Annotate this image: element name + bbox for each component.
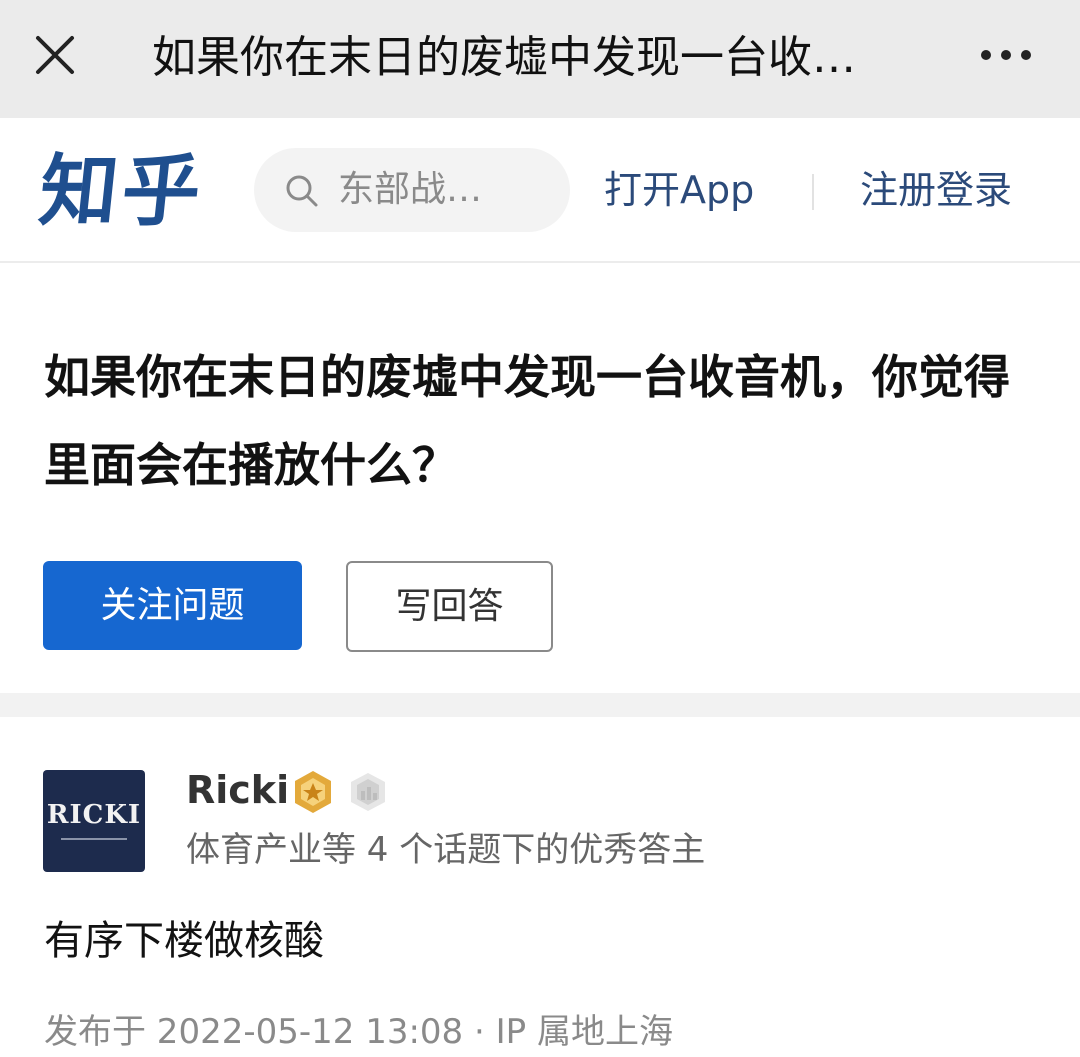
question-title[interactable]: 如果你在末日的废墟中发现一台收音机，你觉得里面会在播放什么？ xyxy=(44,333,1044,509)
avatar-underline xyxy=(61,838,127,840)
write-answer-button[interactable]: 写回答 xyxy=(346,561,553,652)
site-header: 知乎 东部战… 打开App 注册登录 xyxy=(0,118,1080,263)
author-name[interactable]: Ricki xyxy=(186,765,289,815)
avatar-logo-text: RICKI xyxy=(46,800,142,830)
top-bar: 如果你在末日的废墟中发现一台收… xyxy=(0,0,1080,118)
page: 如果你在末日的废墟中发现一台收… 知乎 东部战… 打开App 注册登录 如果你在… xyxy=(0,0,1080,1057)
search-input[interactable]: 东部战… xyxy=(254,148,570,232)
section-divider xyxy=(0,693,1080,717)
window-title: 如果你在末日的废墟中发现一台收… xyxy=(152,32,856,83)
search-placeholder: 东部战… xyxy=(338,169,483,210)
header-divider xyxy=(812,174,814,210)
register-login-link[interactable]: 注册登录 xyxy=(860,164,1012,216)
follow-question-button[interactable]: 关注问题 xyxy=(43,561,302,650)
question-card: 如果你在末日的废墟中发现一台收音机，你觉得里面会在播放什么？ 关注问题 写回答 xyxy=(0,263,1080,693)
close-icon[interactable] xyxy=(30,30,80,80)
more-dots-icon[interactable] xyxy=(976,40,1036,70)
creator-badge-icon xyxy=(351,773,385,811)
answer-content[interactable]: 有序下楼做核酸 xyxy=(44,913,324,969)
answer-card: RICKI Ricki 体育产业等 4 个话题下的优秀答主 有序下楼做核酸 发布… xyxy=(0,717,1080,1057)
answer-meta: 发布于 2022-05-12 13:08 · IP 属地上海 xyxy=(44,1012,673,1052)
zhihu-logo[interactable]: 知乎 xyxy=(35,142,210,242)
open-app-link[interactable]: 打开App xyxy=(604,164,754,216)
author-description: 体育产业等 4 个话题下的优秀答主 xyxy=(186,830,706,870)
gold-badge-icon xyxy=(295,771,331,813)
avatar[interactable]: RICKI xyxy=(43,770,145,872)
search-icon xyxy=(286,175,318,207)
